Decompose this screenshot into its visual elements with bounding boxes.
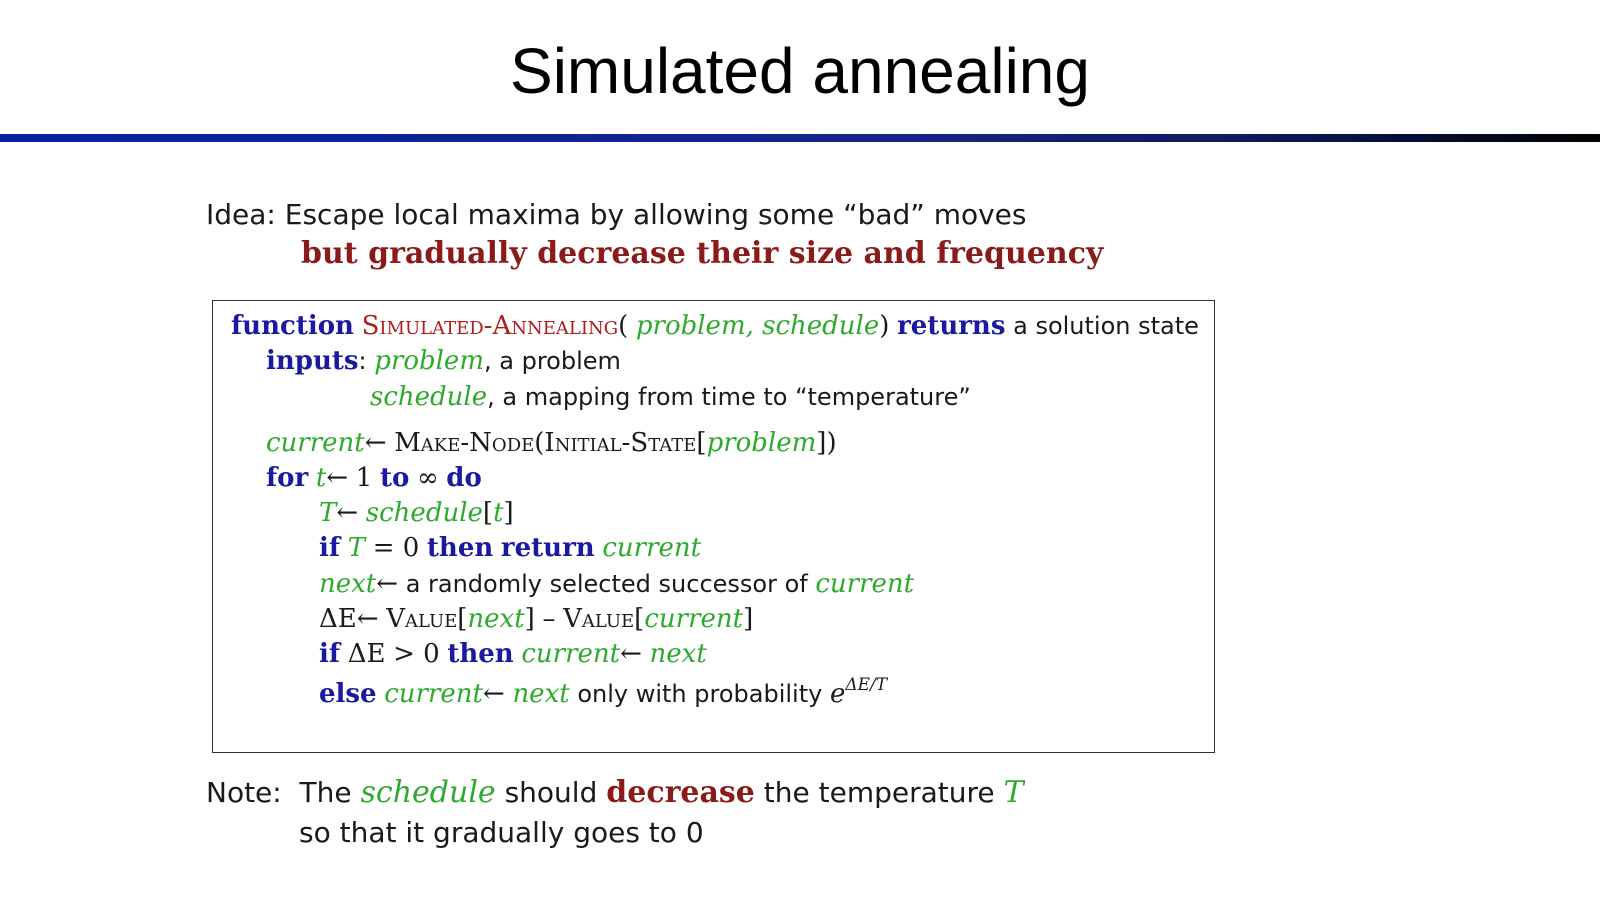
var-current: current: [815, 569, 915, 599]
algo-line-8: next← a randomly selected successor of c…: [319, 569, 914, 599]
bracket-close: ]: [503, 498, 514, 528]
delta-e: ΔE: [347, 639, 386, 669]
keyword-for: for: [266, 463, 309, 493]
slide-title: Simulated annealing: [510, 35, 1090, 107]
algo-line-7: if T = 0 then return current: [319, 533, 701, 563]
var-T: T: [347, 533, 366, 563]
keyword-to: to: [379, 463, 410, 493]
minus-sign: –: [542, 604, 556, 634]
var-schedule: schedule: [365, 498, 483, 528]
idea-label: Idea:: [206, 198, 276, 231]
function-name: Simulated-Annealing: [361, 311, 619, 341]
var-t: t: [315, 463, 327, 493]
keyword-then: then: [447, 639, 514, 669]
note-the: The: [299, 776, 352, 809]
paren-open: (: [534, 428, 545, 458]
assign-arrow: ←: [336, 498, 359, 528]
paren-open: (: [618, 311, 629, 341]
assign-arrow: ←: [326, 463, 349, 493]
algo-line-4: current← Make-Node(Initial-State[problem…: [266, 428, 837, 458]
var-next: next: [319, 569, 377, 599]
algo-line-5: for t← 1 to ∞ do: [266, 463, 482, 493]
note-label: Note:: [206, 776, 282, 809]
keyword-if: if: [319, 533, 341, 563]
infinity-symbol: ∞: [416, 463, 439, 493]
assign-arrow: ←: [364, 428, 387, 458]
algo-line-9: ΔE← Value[next] – Value[current]: [319, 604, 753, 634]
keyword-function: function: [231, 311, 354, 341]
note-should: should: [504, 776, 598, 809]
keyword-else: else: [319, 679, 377, 709]
var-problem: problem: [374, 346, 484, 376]
start-value: 1: [355, 463, 373, 493]
fn-initial-state: Initial-State: [544, 428, 697, 458]
title-divider: [0, 134, 1600, 142]
inputs-colon: :: [358, 347, 367, 375]
bracket-open: [: [696, 428, 707, 458]
fn-value: Value: [386, 604, 458, 634]
var-T: T: [319, 498, 337, 528]
var-current: current: [266, 428, 365, 458]
bracket-close: ]: [743, 604, 754, 634]
var-next: next: [649, 639, 707, 669]
assign-arrow: ←: [356, 604, 379, 634]
algo-line-2: inputs: problem, a problem: [266, 346, 621, 376]
algo-line-3: schedule, a mapping from time to “temper…: [370, 382, 971, 412]
assign-arrow: ←: [376, 569, 399, 599]
idea-emphasis: but gradually decrease their size and fr…: [301, 236, 1104, 271]
var-schedule: schedule: [370, 382, 488, 412]
idea-line: Idea: Escape local maxima by allowing so…: [206, 198, 1026, 231]
bracket-open: [: [482, 498, 494, 528]
var-next: next: [512, 679, 570, 709]
problem-desc: , a problem: [483, 347, 621, 375]
algo-line-1: function Simulated-Annealing( problem, s…: [231, 311, 1199, 341]
var-current: current: [521, 639, 621, 669]
keyword-if: if: [319, 639, 341, 669]
equals-zero: = 0: [372, 533, 420, 563]
fn-value: Value: [563, 604, 635, 634]
bracket-close: ]): [816, 428, 837, 458]
greater-than-zero: > 0: [393, 639, 440, 669]
successor-text: a randomly selected successor of: [405, 570, 808, 598]
delta-e: ΔE: [319, 604, 357, 634]
note-line-2: so that it gradually goes to 0: [299, 816, 704, 849]
bracket-open: [: [634, 604, 645, 634]
function-params: problem, schedule: [635, 311, 880, 341]
probability-text: only with probability: [577, 680, 823, 708]
schedule-desc: , a mapping from time to “temperature”: [487, 383, 971, 411]
algo-line-10: if ΔE > 0 then current← next: [319, 639, 707, 669]
paren-close: ): [879, 311, 890, 341]
assign-arrow: ←: [483, 679, 505, 709]
keyword-return: return: [500, 533, 595, 563]
note-line: Note: The schedule should decrease the t…: [206, 775, 1024, 810]
keyword-inputs: inputs: [266, 346, 359, 376]
var-current: current: [644, 604, 744, 634]
var-t: t: [493, 498, 504, 528]
note-temperature: the temperature: [763, 776, 995, 809]
note-schedule: schedule: [360, 775, 496, 810]
note-decrease: decrease: [606, 775, 755, 810]
var-current: current: [384, 679, 483, 709]
keyword-returns: returns: [897, 311, 1006, 341]
algo-line-11: else current← next only with probability…: [319, 675, 887, 709]
note-T: T: [1003, 775, 1024, 810]
return-description: a solution state: [1013, 312, 1199, 340]
fn-make-node: Make-Node: [394, 428, 535, 458]
var-problem: problem: [706, 428, 817, 458]
bracket-close: ]: [524, 604, 535, 634]
var-next: next: [467, 604, 525, 634]
var-current: current: [602, 533, 702, 563]
algorithm-box: function Simulated-Annealing( problem, s…: [212, 300, 1215, 753]
exp-base: e: [829, 679, 846, 709]
bracket-open: [: [457, 604, 468, 634]
algo-line-6: T← schedule[t]: [319, 498, 514, 528]
keyword-then: then: [426, 533, 494, 563]
assign-arrow: ←: [620, 639, 642, 669]
idea-text: Escape local maxima by allowing some “ba…: [284, 198, 1027, 231]
exp-exponent: ΔE/T: [845, 675, 888, 695]
keyword-do: do: [446, 463, 482, 493]
